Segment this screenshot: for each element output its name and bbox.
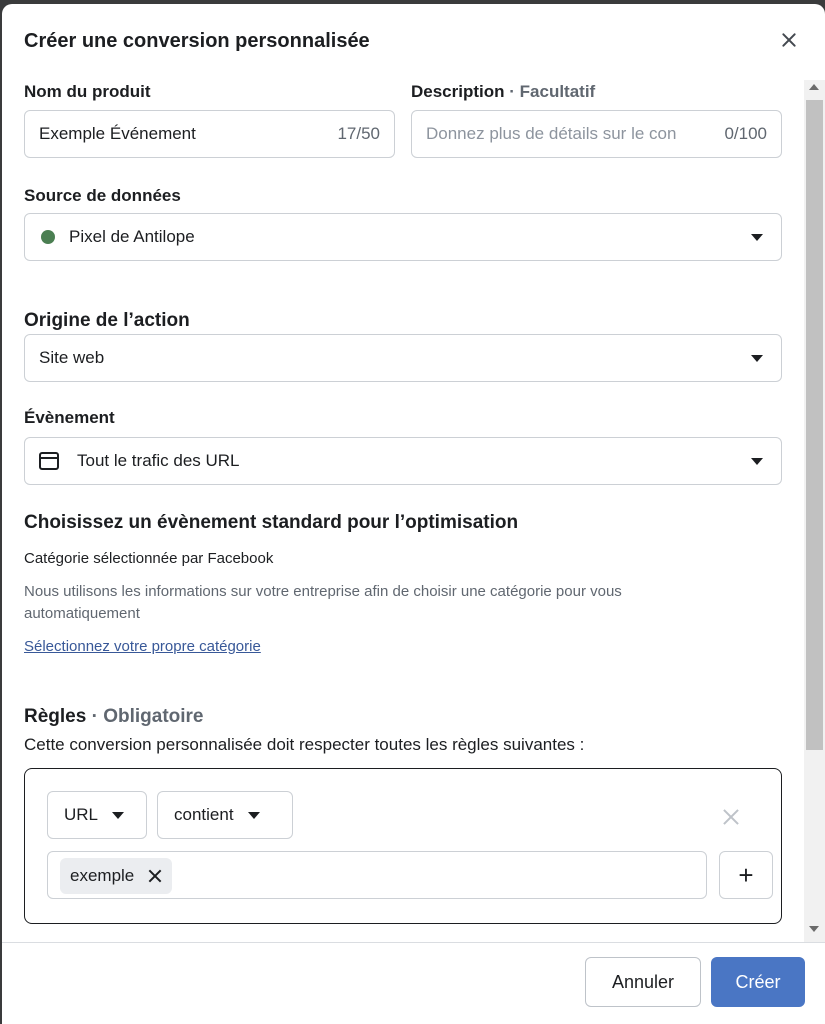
product-name-value: Exemple Événement [39, 124, 196, 143]
select-own-category-link[interactable]: Sélectionnez votre propre catégorie [24, 638, 261, 655]
dialog-footer: Annuler Créer [2, 942, 825, 1024]
data-source-value: Pixel de Antilope [69, 227, 195, 246]
chevron-down-icon [247, 811, 260, 819]
data-source-select[interactable]: Pixel de Antilope [24, 213, 782, 261]
browser-window-icon [39, 452, 59, 470]
optimization-heading: Choisissez un évènement standard pour l’… [24, 512, 519, 533]
action-origin-value: Site web [39, 348, 105, 367]
chevron-down-icon [751, 354, 763, 362]
description-optional-tag: · Facultatif [509, 82, 596, 101]
rule-field-value: URL [64, 805, 99, 824]
rule-field-select[interactable]: URL [47, 791, 147, 839]
product-name-input[interactable]: Exemple Événement 17/50 [24, 110, 395, 158]
data-source-label: Source de données [24, 186, 181, 205]
remove-tag-icon[interactable] [148, 869, 162, 883]
selected-by-text: Catégorie sélectionnée par Facebook [24, 550, 274, 567]
rule-operator-value: contient [174, 805, 234, 824]
optimization-info-text: Nous utilisons les informations sur votr… [24, 583, 622, 622]
create-button[interactable]: Créer [711, 957, 805, 1007]
description-input[interactable]: Donnez plus de détails sur le con 0/100 [411, 110, 782, 158]
scrollbar-thumb[interactable] [806, 100, 823, 750]
action-origin-select[interactable]: Site web [24, 334, 782, 382]
rule-operator-select[interactable]: contient [157, 791, 293, 839]
event-label: Évènement [24, 408, 115, 427]
chevron-down-icon [112, 811, 125, 819]
rules-description: Cette conversion personnalisée doit resp… [24, 735, 585, 754]
create-custom-conversion-dialog: Créer une conversion personnalisée Nom d… [2, 4, 825, 1024]
rule-value-input[interactable]: exemple [47, 851, 707, 899]
chevron-down-icon [751, 457, 763, 465]
chevron-down-icon [751, 233, 763, 241]
cancel-button[interactable]: Annuler [585, 957, 701, 1007]
rules-label-text: Règles [24, 706, 87, 727]
add-rule-button[interactable]: + [719, 851, 773, 899]
action-origin-label: Origine de l’action [24, 310, 190, 331]
rules-required-tag: · Obligatoire [91, 706, 204, 727]
value-tag-label: exemple [70, 866, 135, 885]
description-counter: 0/100 [724, 124, 767, 143]
dialog-header: Créer une conversion personnalisée [2, 4, 825, 74]
close-icon[interactable] [775, 26, 803, 54]
description-label-text: Description [411, 82, 505, 101]
remove-rule-icon[interactable] [719, 805, 743, 829]
value-tag: exemple [60, 858, 173, 894]
event-select[interactable]: Tout le trafic des URL [24, 437, 782, 485]
product-name-label: Nom du produit [24, 82, 151, 101]
event-value: Tout le trafic des URL [77, 451, 240, 470]
scroll-up-arrow-icon[interactable] [809, 84, 819, 90]
status-dot-icon [41, 230, 55, 244]
rule-card: URL contient exemple + [24, 768, 782, 924]
scroll-down-arrow-icon[interactable] [809, 926, 819, 932]
description-label: Description · Facultatif [411, 82, 595, 102]
description-placeholder: Donnez plus de détails sur le con [426, 124, 677, 143]
rules-label: Règles · Obligatoire [24, 706, 204, 728]
product-name-counter: 17/50 [337, 124, 380, 143]
dialog-title: Créer une conversion personnalisée [24, 30, 370, 52]
